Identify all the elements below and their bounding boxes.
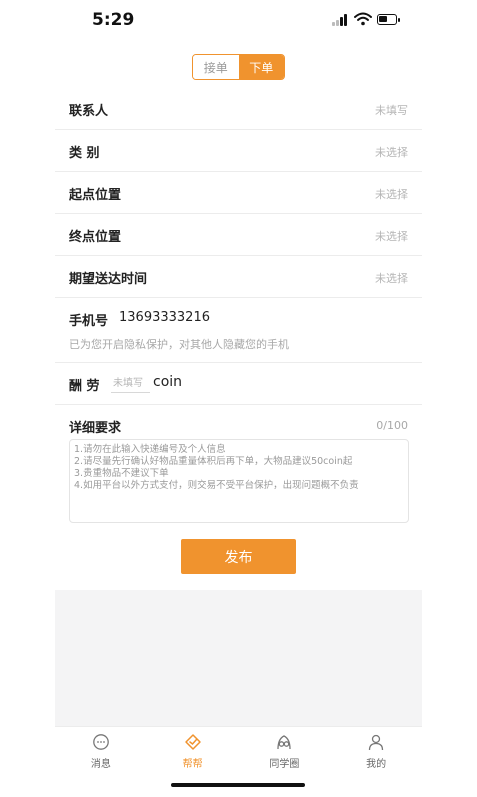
bottom-tab-bar: 消息 帮帮 同学圈 我的 <box>55 726 422 779</box>
profile-icon <box>368 734 384 751</box>
helper-icon <box>184 734 201 750</box>
detail-row: 详细要求 0/100 <box>55 405 422 535</box>
expected-time-value: 未选择 <box>375 272 408 285</box>
order-mode-toggle[interactable]: 接单 下单 <box>192 54 285 80</box>
start-location-label: 起点位置 <box>69 188 122 203</box>
detail-textarea[interactable] <box>69 439 409 523</box>
category-value: 未选择 <box>375 146 408 159</box>
end-location-label: 终点位置 <box>69 230 122 245</box>
status-time: 5:29 <box>92 10 135 30</box>
phone-number[interactable]: 13693333216 <box>119 310 210 325</box>
tab-helper[interactable]: 帮帮 <box>147 727 239 779</box>
message-icon <box>93 734 109 750</box>
expected-time-row[interactable]: 期望送达时间 未选择 <box>55 256 422 298</box>
reward-row: 酬 劳 coin <box>55 363 422 405</box>
reward-unit: coin <box>153 374 183 390</box>
contact-row[interactable]: 联系人 未填写 <box>55 88 422 130</box>
tab-profile[interactable]: 我的 <box>330 727 422 779</box>
contact-value: 未填写 <box>375 104 408 117</box>
tab-messages[interactable]: 消息 <box>55 727 147 779</box>
category-label: 类 别 <box>69 146 100 161</box>
start-location-value: 未选择 <box>375 188 408 201</box>
tab-messages-label: 消息 <box>90 759 111 770</box>
wifi-icon <box>354 12 372 26</box>
tab-classmates[interactable]: 同学圈 <box>239 727 331 779</box>
tab-accept-order[interactable]: 接单 <box>193 55 239 79</box>
tab-profile-label: 我的 <box>366 759 387 770</box>
category-row[interactable]: 类 别 未选择 <box>55 130 422 172</box>
reward-label: 酬 劳 <box>69 379 100 394</box>
start-location-row[interactable]: 起点位置 未选择 <box>55 172 422 214</box>
expected-time-label: 期望送达时间 <box>69 272 148 287</box>
tab-classmates-label: 同学圈 <box>269 759 300 770</box>
status-bar: 5:29 <box>0 0 477 44</box>
contact-label: 联系人 <box>69 104 109 119</box>
battery-icon <box>377 14 400 25</box>
privacy-hint: 已为您开启隐私保护，对其他人隐藏您的手机 <box>69 338 289 351</box>
reward-input[interactable] <box>111 374 150 393</box>
end-location-value: 未选择 <box>375 230 408 243</box>
cellular-signal-icon <box>332 14 350 26</box>
detail-char-count: 0/100 <box>376 419 408 432</box>
detail-label: 详细要求 <box>69 421 122 436</box>
classmates-icon <box>277 735 292 750</box>
empty-area <box>55 590 422 726</box>
phone-label: 手机号 <box>69 314 109 329</box>
phone-row: 手机号 13693333216 已为您开启隐私保护，对其他人隐藏您的手机 <box>55 298 422 363</box>
publish-button[interactable]: 发布 <box>181 539 296 574</box>
tab-helper-label: 帮帮 <box>182 759 203 770</box>
tab-place-order[interactable]: 下单 <box>238 55 284 79</box>
end-location-row[interactable]: 终点位置 未选择 <box>55 214 422 256</box>
order-form: 联系人 未填写 类 别 未选择 起点位置 未选择 终点位置 未选择 期望送达时间… <box>55 88 422 535</box>
battery-fill <box>379 16 387 22</box>
home-indicator <box>171 783 305 787</box>
